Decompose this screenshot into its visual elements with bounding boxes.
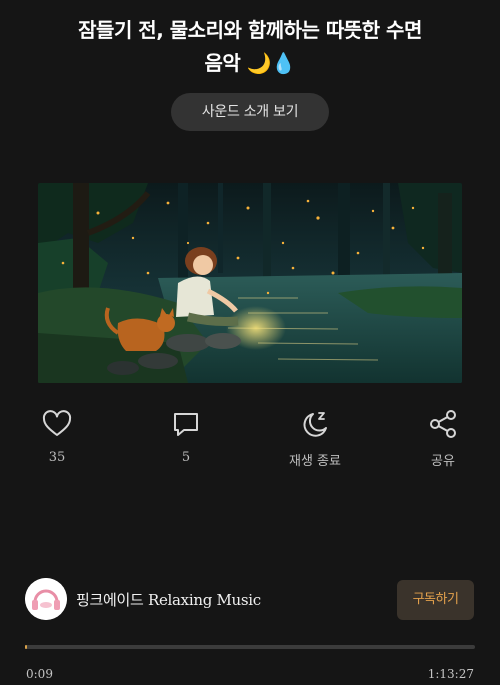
progress-fill — [25, 645, 28, 649]
comment-count: 5 — [181, 450, 191, 465]
like-count: 35 — [48, 450, 66, 465]
video-title-line-1: 잠들기 전, 물소리와 함께하는 따뜻한 수면 — [78, 18, 422, 42]
like-action[interactable]: 35 — [17, 408, 97, 465]
headphones-avatar-icon — [25, 578, 67, 620]
video-title-line-2: 음악 🌙💧 — [204, 51, 296, 75]
sleep-timer-action[interactable]: 재생 종료 — [275, 408, 355, 469]
channel-avatar[interactable] — [25, 578, 67, 620]
comment-action[interactable]: 5 — [146, 408, 226, 465]
heart-icon[interactable] — [41, 408, 73, 440]
channel-row: 핑크에이드 Relaxing Music 구독하기 — [25, 578, 475, 622]
share-label: 공유 — [431, 454, 455, 469]
subscribe-button[interactable]: 구독하기 — [397, 580, 474, 620]
cover-artwork — [38, 183, 462, 383]
comment-icon[interactable] — [170, 408, 202, 440]
sleep-moon-icon[interactable] — [299, 408, 331, 440]
share-action[interactable]: 공유 — [403, 408, 483, 469]
video-title: 잠들기 전, 물소리와 함께하는 따뜻한 수면 음악 🌙💧 — [20, 14, 480, 80]
sound-intro-button[interactable]: 사운드 소개 보기 — [171, 93, 329, 131]
channel-name[interactable]: 핑크에이드 Relaxing Music — [76, 589, 261, 610]
share-icon[interactable] — [427, 408, 459, 440]
total-time: 1:13:27 — [427, 667, 474, 681]
sleep-timer-label: 재생 종료 — [289, 454, 341, 469]
progress-bar[interactable] — [25, 645, 475, 649]
current-time: 0:09 — [26, 667, 53, 681]
